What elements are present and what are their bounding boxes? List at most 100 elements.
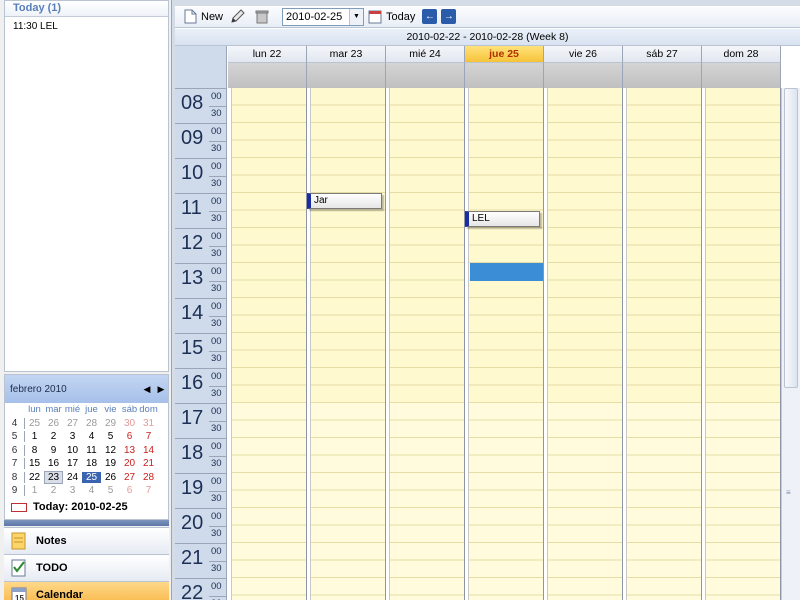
hour-number: 15 [181, 337, 204, 359]
mini-calendar-day[interactable]: 11 [82, 445, 101, 456]
all-day-slot[interactable] [386, 63, 465, 88]
mini-calendar-day[interactable]: 3 [63, 485, 82, 496]
mini-calendar-day[interactable]: 19 [101, 458, 120, 469]
day-name: dom [139, 404, 158, 416]
edit-button[interactable] [226, 7, 251, 27]
mini-calendar-day[interactable]: 7 [139, 431, 158, 442]
all-day-slot[interactable] [307, 63, 386, 88]
mini-calendar-day[interactable]: 25 [25, 418, 44, 429]
mini-calendar-day[interactable]: 4 [82, 485, 101, 496]
day-header[interactable]: jue 25 [465, 46, 544, 63]
nav-notes[interactable]: Notes [4, 527, 169, 554]
day-column[interactable] [465, 88, 544, 600]
pane-splitter[interactable] [4, 520, 169, 526]
day-column[interactable] [623, 88, 702, 600]
minute-label: 00 [211, 406, 222, 417]
mini-calendar-today[interactable]: Today: 2010-02-25 [11, 501, 128, 513]
day-header[interactable]: mié 24 [386, 46, 465, 63]
arrow-right-icon[interactable]: → [441, 9, 457, 24]
mini-calendar-day[interactable]: 10 [63, 445, 82, 456]
mini-calendar-day[interactable]: 29 [101, 418, 120, 429]
calendar-event[interactable]: LEL [465, 210, 540, 227]
day-header[interactable]: mar 23 [307, 46, 386, 63]
after-hours-area[interactable] [228, 403, 306, 600]
mini-calendar-day[interactable]: 15 [25, 458, 44, 469]
mini-calendar-day[interactable]: 16 [44, 458, 63, 469]
mini-calendar-day[interactable]: 6 [120, 485, 139, 496]
minute-label: 00 [211, 336, 222, 347]
after-hours-area[interactable] [307, 403, 385, 600]
all-day-slot[interactable] [228, 63, 307, 88]
mini-calendar-day[interactable]: 12 [101, 445, 120, 456]
day-header[interactable]: dom 28 [702, 46, 781, 63]
mini-calendar-day[interactable]: 7 [139, 485, 158, 496]
mini-calendar-day[interactable]: 26 [101, 472, 120, 483]
mini-calendar-day[interactable]: 22 [25, 472, 44, 483]
today-button[interactable]: Today [364, 7, 418, 27]
mini-calendar-day[interactable]: 24 [63, 472, 82, 483]
triangle-left-icon[interactable]: ◀ [140, 384, 154, 395]
mini-calendar-day[interactable]: 30 [120, 418, 139, 429]
mini-calendar-day[interactable]: 4 [82, 431, 101, 442]
mini-calendar-day[interactable]: 17 [63, 458, 82, 469]
all-day-slot[interactable] [623, 63, 702, 88]
selected-time-slot[interactable] [470, 263, 543, 281]
mini-calendar-day[interactable]: 18 [82, 458, 101, 469]
mini-calendar-day[interactable]: 23 [44, 470, 63, 484]
today-item[interactable]: 11:30 LEL [5, 17, 168, 32]
all-day-slot[interactable] [465, 63, 544, 88]
mini-calendar-day[interactable]: 28 [139, 472, 158, 483]
mini-calendar-day[interactable]: 13 [120, 445, 139, 456]
after-hours-area[interactable] [544, 403, 622, 600]
mini-calendar-day[interactable]: 25 [82, 471, 101, 483]
after-hours-area[interactable] [702, 403, 780, 600]
day-column[interactable] [307, 88, 386, 600]
mini-calendar-day[interactable]: 9 [44, 445, 63, 456]
calendar-event[interactable]: Jar [307, 193, 382, 209]
day-column[interactable] [386, 88, 465, 600]
mini-calendar-day[interactable]: 20 [120, 458, 139, 469]
mini-calendar-day[interactable]: 27 [120, 472, 139, 483]
after-hours-area[interactable] [465, 403, 543, 600]
date-picker[interactable]: 2010-02-25 ▼ [282, 7, 365, 26]
mini-calendar-day[interactable]: 31 [139, 418, 158, 429]
hour-number: 21 [181, 547, 204, 569]
day-header[interactable]: lun 22 [228, 46, 307, 63]
all-day-slot[interactable] [702, 63, 781, 88]
mini-calendar-day[interactable]: 5 [101, 431, 120, 442]
day-column-margin [307, 88, 311, 600]
mini-calendar-day[interactable]: 28 [82, 418, 101, 429]
today-header[interactable]: Today (1) [5, 1, 168, 17]
chevron-down-icon[interactable]: ▼ [349, 8, 364, 25]
delete-button[interactable] [251, 7, 276, 27]
day-column[interactable] [702, 88, 781, 600]
mini-calendar-day[interactable]: 26 [44, 418, 63, 429]
nav-todo[interactable]: TODO [4, 554, 169, 581]
mini-calendar-day[interactable]: 1 [25, 431, 44, 442]
date-picker-value[interactable]: 2010-02-25 [283, 11, 349, 23]
new-button[interactable]: New [179, 7, 226, 27]
nav-calendar[interactable]: 15 Calendar [4, 581, 169, 600]
mini-calendar-day[interactable]: 14 [139, 445, 158, 456]
triangle-right-icon[interactable]: ▶ [154, 384, 168, 395]
day-header[interactable]: vie 26 [544, 46, 623, 63]
after-hours-area[interactable] [623, 403, 701, 600]
all-day-slot[interactable] [544, 63, 623, 88]
mini-calendar-day[interactable]: 2 [44, 485, 63, 496]
mini-calendar-day[interactable]: 6 [120, 431, 139, 442]
mini-calendar-day[interactable]: 5 [101, 485, 120, 496]
after-hours-area[interactable] [386, 403, 464, 600]
mini-calendar-day[interactable]: 3 [63, 431, 82, 442]
day-header[interactable]: sáb 27 [623, 46, 702, 63]
mini-calendar-day[interactable]: 1 [25, 485, 44, 496]
scrollbar-thumb[interactable] [784, 88, 798, 388]
mini-calendar-day[interactable]: 27 [63, 418, 82, 429]
arrow-left-icon[interactable]: ← [422, 9, 438, 24]
vertical-scrollbar[interactable]: ≡ [781, 88, 800, 600]
day-column[interactable] [228, 88, 307, 600]
mini-calendar-day[interactable]: 21 [139, 458, 158, 469]
day-column[interactable] [544, 88, 623, 600]
hour-slot-label: 20 00 30 [175, 508, 226, 543]
mini-calendar-day[interactable]: 2 [44, 431, 63, 442]
mini-calendar-day[interactable]: 8 [25, 445, 44, 456]
